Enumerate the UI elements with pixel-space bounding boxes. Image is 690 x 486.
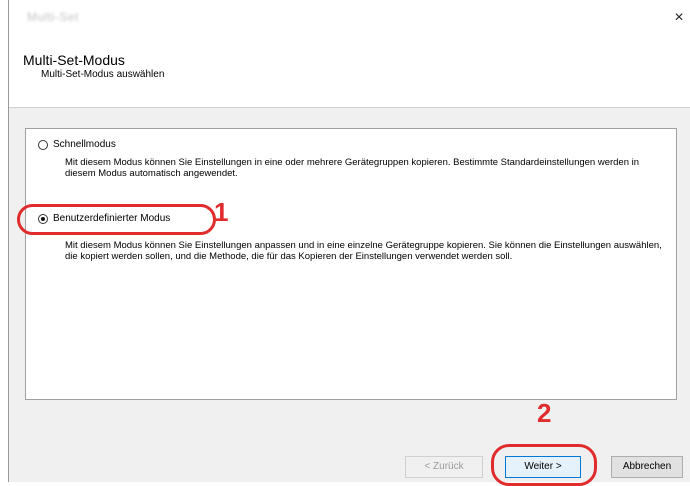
wizard-window: Multi-Set × Multi-Set-Modus Multi-Set-Mo… bbox=[8, 0, 690, 486]
callout-highlight-1 bbox=[17, 204, 216, 235]
callout-highlight-2 bbox=[491, 444, 597, 486]
wizard-header: Multi-Set-Modus Multi-Set-Modus auswähle… bbox=[9, 36, 690, 108]
page-title: Multi-Set-Modus bbox=[23, 52, 125, 68]
option-description: Mit diesem Modus können Sie Einstellunge… bbox=[65, 240, 662, 262]
cancel-button[interactable]: Abbrechen bbox=[611, 456, 683, 478]
window-title: Multi-Set bbox=[27, 10, 79, 24]
back-button[interactable]: < Zurück bbox=[405, 456, 483, 478]
title-bar: Multi-Set × bbox=[9, 0, 690, 36]
radio-option-schnellmodus[interactable]: Schnellmodus bbox=[38, 139, 116, 150]
options-panel: Schnellmodus Mit diesem Modus können Sie… bbox=[17, 128, 677, 400]
wizard-body: Schnellmodus Mit diesem Modus können Sie… bbox=[9, 108, 690, 438]
close-icon[interactable]: × bbox=[667, 4, 690, 32]
option-label[interactable]: Schnellmodus bbox=[53, 139, 116, 150]
callout-number-1: 1 bbox=[214, 197, 229, 227]
page-subtitle: Multi-Set-Modus auswählen bbox=[41, 69, 165, 80]
wizard-footer: < Zurück Weiter > Abbrechen bbox=[9, 438, 690, 486]
radio-unchecked-icon[interactable] bbox=[38, 139, 48, 150]
option-description: Mit diesem Modus können Sie Einstellunge… bbox=[65, 157, 640, 179]
callout-number-2: 2 bbox=[537, 398, 552, 428]
